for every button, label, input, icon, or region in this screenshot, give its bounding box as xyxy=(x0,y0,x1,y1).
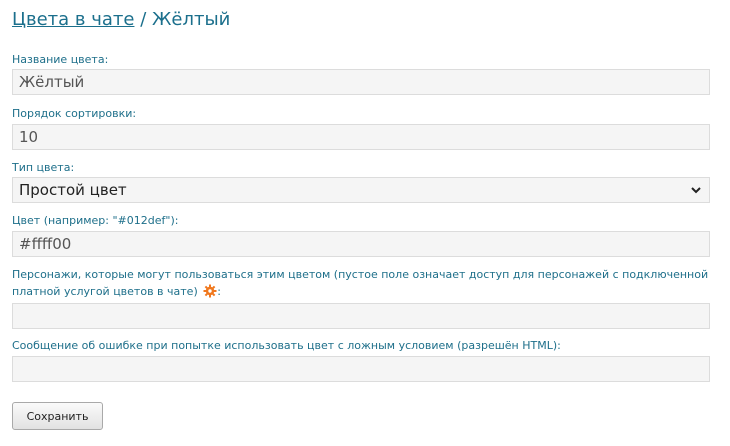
color-name-label: Название цвета: xyxy=(12,53,109,66)
error-message-label: Сообщение об ошибке при попытке использо… xyxy=(12,339,561,352)
page-title: Цвета в чате / Жёлтый xyxy=(12,9,230,31)
color-code-input[interactable]: #ffff00 xyxy=(12,231,710,257)
color-type-label: Тип цвета: xyxy=(12,161,75,174)
chevron-down-icon xyxy=(691,187,701,194)
characters-input[interactable] xyxy=(12,303,710,329)
save-button[interactable]: Сохранить xyxy=(12,402,103,430)
breadcrumb-current: Жёлтый xyxy=(152,9,231,30)
sort-order-label: Порядок сортировки: xyxy=(12,107,137,120)
breadcrumb-link-colors[interactable]: Цвета в чате xyxy=(12,9,134,30)
breadcrumb-separator: / xyxy=(140,9,147,30)
color-type-select[interactable]: Простой цвет xyxy=(12,177,710,203)
color-name-input[interactable]: Жёлтый xyxy=(12,69,710,95)
color-code-label: Цвет (например: "#012def"): xyxy=(12,214,179,227)
characters-label-colon: : xyxy=(217,285,221,298)
sort-order-input[interactable]: 10 xyxy=(12,124,710,150)
error-message-input[interactable] xyxy=(12,356,710,382)
color-type-selected-value: Простой цвет xyxy=(19,181,127,199)
characters-label: Персонажи, которые могут пользоваться эт… xyxy=(12,266,714,300)
gear-icon[interactable] xyxy=(203,284,217,298)
characters-label-text: Персонажи, которые могут пользоваться эт… xyxy=(12,268,709,298)
